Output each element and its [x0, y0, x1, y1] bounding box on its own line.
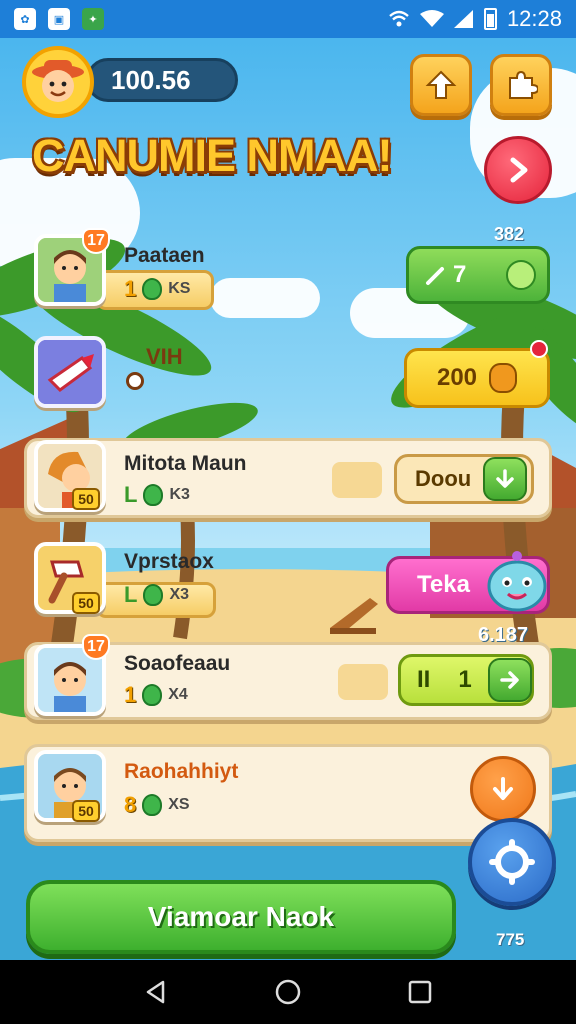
row3-action-button[interactable]: Doou	[394, 454, 534, 504]
fish-icon	[38, 340, 102, 404]
top-right-value: 382	[494, 224, 525, 244]
row4-action-label: Teka	[417, 571, 470, 598]
next-button[interactable]	[484, 136, 552, 204]
seed-icon	[506, 260, 537, 290]
home-icon[interactable]	[274, 978, 302, 1006]
clock: 12:28	[506, 6, 562, 31]
row5-action-left: II	[417, 666, 431, 693]
gem-icon	[143, 484, 164, 506]
coin-counter: 100.56	[86, 58, 238, 102]
row4-level-badge: 50	[72, 592, 100, 614]
row3-level: L	[124, 482, 138, 507]
row3-action-label: Doou	[415, 466, 472, 491]
puzzle-button[interactable]	[490, 54, 552, 116]
mascot-icon	[487, 551, 547, 612]
gem-icon	[142, 794, 163, 816]
row5-name: Soaofeaau	[124, 652, 231, 675]
settings-button[interactable]	[468, 818, 556, 906]
row3-multiplier: K3	[169, 486, 190, 503]
small-coin-icon	[126, 372, 144, 390]
row1-action-button[interactable]: 7	[406, 246, 550, 304]
row3-level-badge: 50	[72, 488, 100, 510]
gem-icon	[143, 584, 164, 606]
row3-name: Mitota Maun	[124, 452, 247, 475]
profile-button[interactable]	[22, 46, 94, 118]
row1-stats: 1 KS	[124, 276, 190, 302]
arrow-right-icon	[500, 671, 519, 689]
decor-text: VIH	[146, 344, 183, 369]
bottom-right-value: 775	[496, 930, 525, 949]
row5-stats: 1 X4	[124, 682, 188, 708]
row1-name: Paataen	[124, 244, 205, 267]
row3-stats: L K3	[124, 482, 190, 508]
row1-multiplier: KS	[168, 280, 191, 297]
row6-stats: 8 XS	[124, 792, 190, 818]
photos-app-icon: ✿	[14, 8, 36, 30]
signal-icon	[453, 10, 473, 28]
gem-icon	[142, 684, 163, 706]
recents-icon[interactable]	[407, 979, 433, 1005]
row5-action-right: 1	[458, 666, 472, 693]
row5-slot	[338, 664, 388, 700]
arrow-up-icon	[425, 70, 457, 99]
row1-action-label: 7	[453, 261, 467, 288]
row6-level-badge: 50	[72, 800, 100, 822]
row6-name: Raohahhiyt	[124, 760, 239, 783]
row5-level: 1	[124, 682, 137, 707]
hotspot-icon	[389, 10, 409, 27]
play-button[interactable]: Viamoar Naok	[26, 880, 456, 954]
coin-value: 100.56	[111, 64, 191, 95]
row1-level: 1	[124, 276, 137, 301]
upgrade-button[interactable]	[410, 54, 472, 116]
arrow-down-icon	[496, 469, 514, 488]
puzzle-icon	[509, 70, 538, 99]
row2-action-label: 200	[436, 364, 478, 391]
status-bar: ✿ ▣ ✦ 12:28	[0, 0, 576, 38]
farmer-avatar-icon	[32, 60, 84, 102]
sword-icon	[426, 267, 444, 285]
gem-icon	[142, 278, 163, 300]
download-button[interactable]	[483, 457, 527, 501]
row6-level: 8	[124, 792, 137, 817]
row6-multiplier: XS	[168, 796, 190, 813]
battery-icon	[483, 8, 497, 30]
chevron-right-icon	[510, 157, 528, 183]
navigation-bar	[0, 960, 576, 1024]
row3-slot	[332, 462, 382, 498]
row4-stats: L X3	[124, 582, 189, 608]
back-icon[interactable]	[143, 979, 169, 1005]
row2-action-button[interactable]: 200	[404, 348, 550, 408]
alert-dot	[530, 340, 548, 358]
game-title: CANUMIE NMAA!	[32, 130, 392, 181]
row5-go-button[interactable]	[488, 658, 532, 702]
gallery-app-icon: ▣	[48, 8, 70, 30]
system-icons: 12:28	[388, 6, 562, 32]
arrow-down-icon	[493, 777, 513, 800]
wifi-icon	[419, 10, 444, 27]
game-app-icon: ✦	[82, 8, 104, 30]
notification-icons: ✿ ▣ ✦	[14, 8, 104, 30]
row6-download-button[interactable]	[470, 756, 536, 822]
row5-multiplier: X4	[168, 686, 188, 703]
row2-item-tile[interactable]	[34, 336, 106, 408]
row4-name: Vprstaox	[124, 550, 214, 573]
row4-multiplier: X3	[169, 586, 190, 603]
row4-level: L	[124, 582, 138, 607]
cookie-icon	[489, 363, 518, 393]
gear-icon	[489, 839, 535, 885]
game-scene: 100.56 CANUMIE NMAA! 382 1 7 Paataen 1 KS…	[0, 38, 576, 960]
